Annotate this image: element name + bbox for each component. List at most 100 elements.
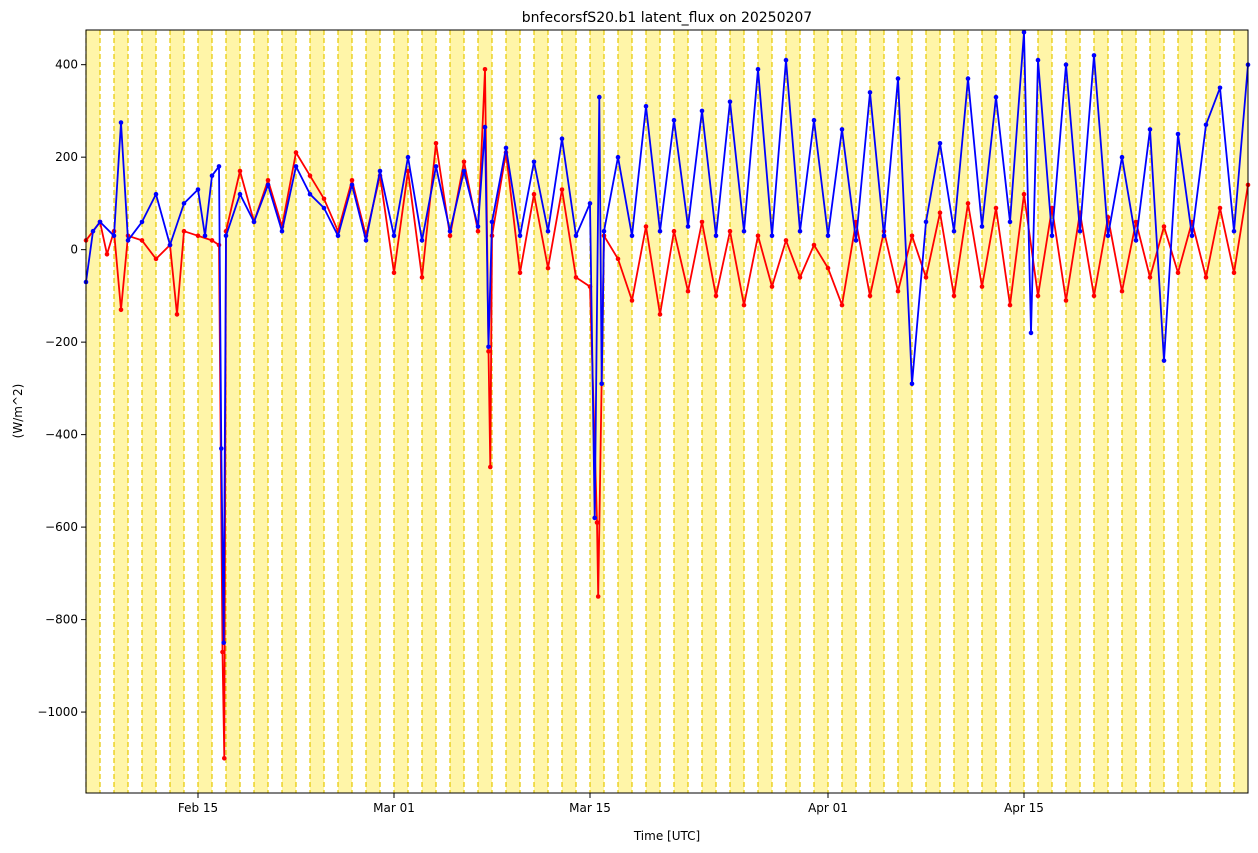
series-2-point [1133, 238, 1139, 243]
series-1-point [391, 270, 397, 276]
series-1-point [895, 289, 901, 294]
series-2-point [923, 219, 929, 225]
series-2-point [1161, 358, 1167, 363]
x-tick-label: Mar 15 [569, 801, 611, 815]
y-tick-label: −600 [45, 520, 78, 534]
series-2-point [251, 219, 257, 225]
series-2-point [1175, 131, 1181, 137]
day-band [730, 30, 744, 793]
series-2-point [195, 187, 201, 192]
series-2-point [181, 201, 187, 206]
series-2-point [321, 205, 327, 211]
series-2-point [895, 76, 901, 81]
series-1-point [486, 349, 491, 354]
series-2-point [657, 228, 663, 234]
day-band [982, 30, 996, 793]
series-1-point [321, 196, 327, 202]
series-2-point [573, 233, 579, 239]
series-2-point [965, 76, 971, 81]
series-2-point [486, 344, 491, 350]
y-tick-label: 200 [55, 150, 78, 164]
day-band [702, 30, 716, 793]
y-tick-label: 0 [70, 243, 78, 257]
series-2-point [629, 233, 635, 239]
series-2-point [797, 228, 803, 234]
series-1-point [1175, 270, 1181, 276]
series-1-point [979, 284, 985, 289]
series-1-point [937, 210, 943, 215]
series-1-point [1021, 191, 1027, 197]
series-2-point [349, 182, 355, 188]
series-1-point [1063, 298, 1069, 303]
series-1-point [951, 293, 957, 299]
series-1-point [783, 238, 789, 243]
series-1-point [1203, 275, 1209, 280]
series-2-point [699, 108, 705, 114]
series-1-point [1217, 205, 1223, 211]
x-axis: Feb 15 Mar 01 Mar 15 Apr 01 Apr 15 [178, 793, 1044, 815]
x-axis-label: Time [UTC] [633, 829, 700, 843]
series-2-point [377, 168, 383, 174]
series-2-point [363, 238, 369, 243]
series-1-point [1119, 289, 1125, 294]
day-band [898, 30, 912, 793]
series-2-point [1189, 233, 1195, 239]
series-2-point [601, 228, 607, 234]
day-band [646, 30, 660, 793]
series-2-point [727, 99, 733, 104]
series-2-point [1007, 219, 1013, 225]
series-2-point [1028, 330, 1034, 336]
series-1-point [1035, 293, 1041, 299]
series-1-point [419, 275, 425, 280]
series-1-point [433, 141, 439, 146]
day-band [282, 30, 296, 793]
series-2-point [139, 219, 145, 225]
series-1-point [220, 649, 225, 655]
day-band [562, 30, 576, 793]
series-2-point [671, 117, 677, 123]
series-1-point [447, 233, 453, 239]
day-band [254, 30, 268, 793]
series-2-point [221, 640, 226, 645]
series-2-point [867, 90, 873, 95]
day-band [926, 30, 940, 793]
series-1-point [174, 312, 180, 317]
day-band [506, 30, 520, 793]
series-1-point [195, 233, 201, 239]
series-1-point [909, 233, 915, 239]
series-1-point [1231, 270, 1237, 276]
series-1-point [488, 464, 493, 470]
day-band [450, 30, 464, 793]
series-1-point [237, 168, 243, 174]
series-1-point [825, 265, 831, 271]
series-2-point [1049, 233, 1055, 239]
series-2-point [597, 94, 602, 100]
x-tick-label: Apr 01 [808, 801, 848, 815]
y-tick-label: −200 [45, 335, 78, 349]
series-2-point [503, 145, 509, 151]
series-2-point [167, 242, 173, 248]
series-2-point [90, 228, 96, 234]
series-1-point [1161, 224, 1167, 229]
series-2-point [881, 233, 887, 239]
day-band [170, 30, 184, 793]
series-1-point [545, 265, 551, 271]
day-band [618, 30, 632, 793]
series-2-point [1077, 228, 1083, 234]
series-2-point [531, 159, 537, 165]
series-2-point [643, 104, 649, 109]
y-axis: −1000 −800 −600 −400 −200 0 200 400 [37, 58, 86, 719]
day-band [86, 30, 100, 793]
day-band [366, 30, 380, 793]
series-1-point [923, 275, 929, 280]
series-2-point [825, 233, 831, 239]
series-1-point [657, 312, 663, 317]
series-2-point [559, 136, 565, 141]
series-1-point [181, 228, 187, 234]
series-2-point [209, 173, 215, 178]
chart-title: bnfecorsfS20.b1 latent_flux on 20250207 [522, 10, 812, 26]
day-band [310, 30, 324, 793]
series-2-point [1063, 62, 1069, 67]
series-1-point [1147, 275, 1153, 280]
series-1-point [293, 150, 299, 155]
